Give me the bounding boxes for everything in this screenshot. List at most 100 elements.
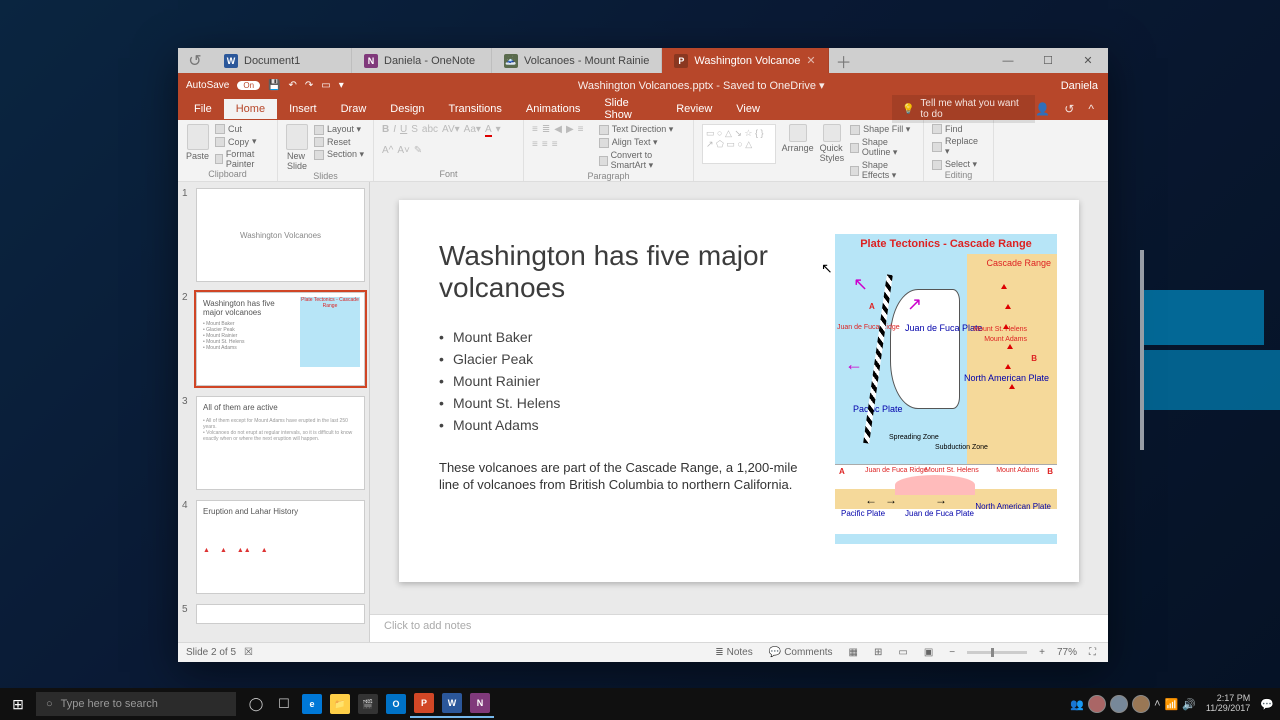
ribbon-tab-file[interactable]: File [182,99,224,119]
reading-view-icon[interactable]: ▭ [894,647,911,658]
minimize-button[interactable]: — [988,48,1028,73]
share-icon[interactable]: 👤 [1035,102,1050,116]
set-tab-onenote[interactable]: NDaniela - OneNote [352,48,492,73]
onenote-taskbar-icon[interactable]: N [466,690,494,718]
align-text-button[interactable]: Align Text ▾ [599,137,685,148]
set-tab-browser[interactable]: 🗻Volcanoes - Mount Rainie [492,48,662,73]
slide[interactable]: Washington has five major volcanoes ↖ Mo… [399,200,1079,582]
font-size-up-button[interactable]: A^ [382,145,393,156]
tray-volume-icon[interactable]: 🔊 [1182,698,1196,711]
text-direction-button[interactable]: Text Direction ▾ [599,124,685,135]
slideshow-view-icon[interactable]: ▣ [920,647,937,658]
history-ribbon-icon[interactable]: ↺ [1064,102,1074,116]
ribbon-tab-design[interactable]: Design [378,99,436,119]
zoom-value[interactable]: 77% [1057,647,1077,658]
char-spacing-button[interactable]: AV▾ [442,124,460,135]
bullets-button[interactable]: ≡ [532,124,538,135]
smartart-button[interactable]: Convert to SmartArt ▾ [599,150,685,171]
powerpoint-taskbar-icon[interactable]: P [410,690,438,718]
thumbnail-1[interactable]: Washington Volcanoes [196,188,365,282]
ribbon-tab-transitions[interactable]: Transitions [437,99,514,119]
outlook-icon[interactable]: O [382,690,410,718]
thumbnail-5[interactable] [196,604,365,624]
qat-undo-icon[interactable]: ↶ [289,80,297,91]
indent-inc-button[interactable]: ▶ [566,124,574,135]
tray-avatar-1[interactable] [1088,695,1106,713]
align-left-button[interactable]: ≡ [578,124,584,135]
spellcheck-icon[interactable]: ☒ [244,647,253,658]
slide-paragraph[interactable]: These volcanoes are part of the Cascade … [439,460,799,494]
autosave-toggle[interactable]: On [237,81,260,90]
history-icon[interactable]: ↺ [178,48,212,73]
ribbon-tab-view[interactable]: View [724,99,772,119]
shadow-button[interactable]: abc [422,124,438,135]
thumbnail-4[interactable]: Eruption and Lahar History ▲▲▲▲▲ [196,500,365,594]
movies-icon[interactable]: 🎬 [354,690,382,718]
plate-tectonics-image[interactable]: Plate Tectonics - Cascade Range Cascade … [835,234,1057,544]
word-taskbar-icon[interactable]: W [438,690,466,718]
ribbon-tab-review[interactable]: Review [664,99,724,119]
shapes-gallery[interactable]: ▭ ○ △ ↘ ☆ { } ↗ ⬠ ▭ ○ △ [702,124,776,164]
close-tab-icon[interactable]: ✕ [806,54,815,67]
notes-pane[interactable]: Click to add notes [370,614,1108,642]
justify-button[interactable]: ≡ [552,139,558,150]
find-button[interactable]: Find [932,124,985,134]
file-explorer-icon[interactable]: 📁 [326,690,354,718]
arrange-button[interactable]: Arrange [782,124,814,153]
cortana-speak-icon[interactable]: ◯ [242,690,270,718]
layout-button[interactable]: Layout ▾ [314,124,364,135]
slide-title[interactable]: Washington has five major volcanoes [439,240,769,304]
reset-button[interactable]: Reset [314,137,364,147]
slide-canvas-area[interactable]: Washington has five major volcanoes ↖ Mo… [370,182,1108,614]
zoom-slider[interactable] [967,651,1027,654]
new-slide-button[interactable]: New Slide [286,124,308,171]
thumbnail-2[interactable]: Washington has five major volcanoes Plat… [196,292,365,386]
user-name[interactable]: Daniela [1051,80,1108,92]
tray-avatar-3[interactable] [1132,695,1150,713]
collapse-ribbon-icon[interactable]: ^ [1088,102,1094,116]
case-button[interactable]: Aa▾ [464,124,481,135]
ribbon-tab-insert[interactable]: Insert [277,99,329,119]
taskbar-clock[interactable]: 2:17 PM11/29/2017 [1200,694,1256,714]
cut-button[interactable]: Cut [215,124,269,134]
font-size-down-button[interactable]: A˅ [397,145,410,156]
numbering-button[interactable]: ≣ [542,124,550,135]
slide-thumbnail-panel[interactable]: 1 Washington Volcanoes 2 Washington has … [178,182,370,642]
comments-toggle[interactable]: 💬 Comments [765,647,837,658]
fit-window-icon[interactable]: ⛶ [1085,647,1100,658]
ribbon-tab-draw[interactable]: Draw [329,99,379,119]
qat-redo-icon[interactable]: ↷ [305,80,313,91]
replace-button[interactable]: Replace ▾ [932,136,985,157]
maximize-button[interactable]: ☐ [1028,48,1068,73]
normal-view-icon[interactable]: ▦ [845,647,862,658]
new-tab-button[interactable]: ＋ [829,48,859,73]
qat-startfrombeg-icon[interactable]: ▭ [321,80,330,91]
zoom-in-button[interactable]: + [1035,647,1049,658]
align-center-button[interactable]: ≡ [532,139,538,150]
notes-toggle[interactable]: ≣ Notes [711,647,757,658]
tell-me-box[interactable]: 💡Tell me what you want to do [892,95,1035,123]
task-view-icon[interactable]: ☐ [270,690,298,718]
clear-format-button[interactable]: ✎ [414,145,422,156]
quick-styles-button[interactable]: Quick Styles [820,124,845,163]
section-button[interactable]: Section ▾ [314,149,364,160]
indent-dec-button[interactable]: ◀ [554,124,562,135]
set-tab-word[interactable]: WDocument1 [212,48,352,73]
shape-fill-button[interactable]: Shape Fill ▾ [850,124,915,135]
slide-bullets[interactable]: Mount Baker Glacier Peak Mount Rainier M… [439,326,769,436]
taskbar-search[interactable]: ○ Type here to search [36,692,236,716]
shape-effects-button[interactable]: Shape Effects ▾ [850,160,915,181]
action-center-icon[interactable]: 💬 [1260,698,1274,711]
align-right-button[interactable]: ≡ [542,139,548,150]
people-icon[interactable]: 👥 [1070,698,1084,711]
strike-button[interactable]: S [411,124,418,135]
thumbnail-3[interactable]: All of them are active • All of them exc… [196,396,365,490]
slide-number-status[interactable]: Slide 2 of 5 [186,647,236,658]
set-tab-powerpoint[interactable]: PWashington Volcanoe✕ [662,48,828,73]
shape-outline-button[interactable]: Shape Outline ▾ [850,137,915,158]
select-button[interactable]: Select ▾ [932,159,985,170]
tray-avatar-2[interactable] [1110,695,1128,713]
bold-button[interactable]: B [382,124,389,135]
italic-button[interactable]: I [393,124,396,135]
start-button[interactable]: ⊞ [0,696,36,713]
